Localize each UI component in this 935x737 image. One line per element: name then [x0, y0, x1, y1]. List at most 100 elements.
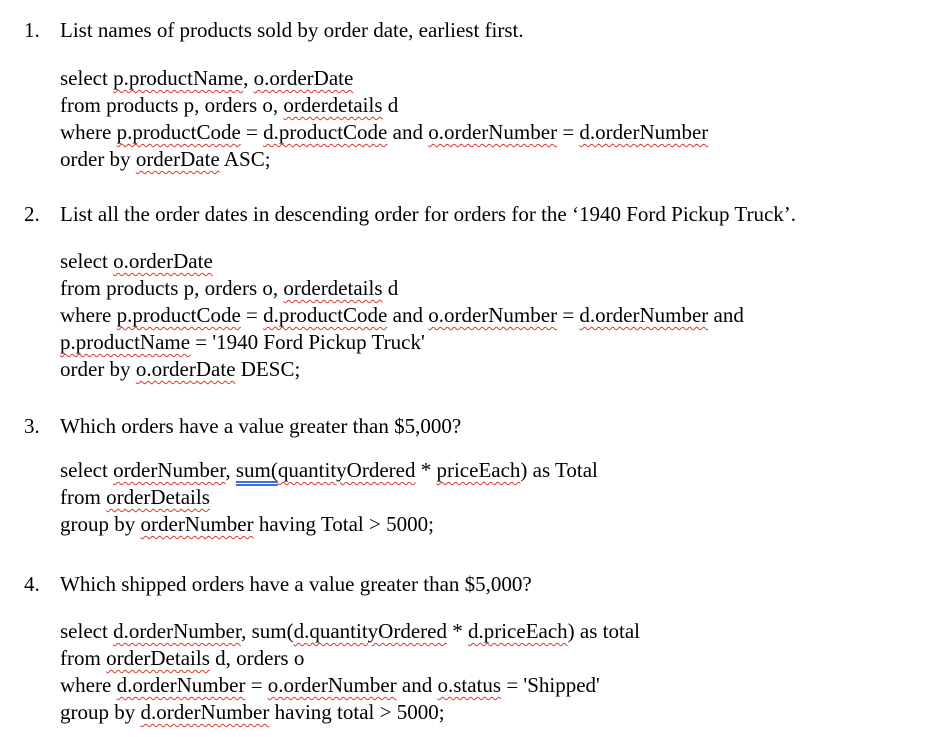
- sql-text: = 'Shipped': [501, 673, 600, 697]
- spellcheck-flagged-word: orderNumber: [113, 458, 226, 482]
- sql-block-1: select p.productName, o.orderDate from p…: [60, 65, 708, 173]
- sql-text: =: [557, 303, 580, 327]
- question-1: 1. List names of products sold by order d…: [24, 17, 524, 44]
- document-page: 1. List names of products sold by order d…: [0, 0, 935, 737]
- sql-text: ASC;: [219, 147, 271, 171]
- sql-line: where p.productCode = d.productCode and …: [60, 119, 708, 146]
- spellcheck-flagged-word: orderDate: [135, 147, 220, 171]
- spellcheck-flagged-word: orderNumber: [140, 512, 254, 536]
- question-number: 4.: [24, 572, 40, 596]
- sql-text: and: [396, 673, 438, 697]
- sql-text: = '1940 Ford Pickup Truck': [190, 330, 425, 354]
- question-2: 2. List all the order dates in descending…: [24, 201, 796, 228]
- sql-text: select: [60, 66, 114, 90]
- spellcheck-flagged-word: d.orderNumber: [579, 120, 709, 144]
- spellcheck-flagged-word: d.quantityOrdered: [293, 619, 447, 643]
- sql-block-2: select o.orderDate from products p, orde…: [60, 248, 744, 383]
- spellcheck-flagged-word: priceEach: [436, 458, 521, 482]
- sql-text: from products p, orders o,: [60, 93, 284, 117]
- sql-block-3: select orderNumber, sum(quantityOrdered …: [60, 457, 598, 538]
- question-number: 2.: [24, 202, 40, 226]
- sql-text: order by: [60, 357, 136, 381]
- spellcheck-flagged-word: p.productCode: [116, 120, 241, 144]
- question-4: 4. Which shipped orders have a value grea…: [24, 571, 532, 598]
- sql-line: from products p, orders o, orderdetails …: [60, 275, 744, 302]
- spellcheck-flagged-word: d.productCode: [263, 303, 388, 327]
- sql-text: order by: [60, 147, 136, 171]
- sql-text: *: [446, 619, 468, 643]
- sql-line: select p.productName, o.orderDate: [60, 65, 708, 92]
- spellcheck-flagged-word: d.productCode: [263, 120, 388, 144]
- sql-text: having total > 5000;: [269, 700, 445, 724]
- spellcheck-flagged-word: p.productName: [113, 66, 244, 90]
- sql-text: where: [60, 120, 117, 144]
- spellcheck-flagged-word: o.orderNumber: [267, 673, 397, 697]
- sql-text: and: [708, 303, 744, 327]
- grammar-flagged-text: sum(: [235, 458, 278, 482]
- spellcheck-flagged-word: o.orderDate: [253, 66, 354, 90]
- sql-text: where: [60, 303, 117, 327]
- sql-text: d: [382, 276, 399, 300]
- sql-text: *: [415, 458, 437, 482]
- sql-line: where p.productCode = d.productCode and …: [60, 302, 744, 329]
- sql-text: select: [60, 249, 114, 273]
- question-text: Which shipped orders have a value greate…: [60, 572, 532, 596]
- sql-line: order by o.orderDate DESC;: [60, 356, 744, 383]
- sql-text: group by: [60, 700, 141, 724]
- question-text: List names of products sold by order dat…: [60, 18, 524, 42]
- spellcheck-flagged-word: d.orderNumber: [116, 673, 246, 697]
- sql-text: DESC;: [235, 357, 301, 381]
- sql-text: and: [387, 120, 429, 144]
- sql-line: group by orderNumber having Total > 5000…: [60, 511, 598, 538]
- spellcheck-flagged-word: quantityOrdered: [277, 458, 416, 482]
- sql-text: having Total > 5000;: [253, 512, 434, 536]
- spellcheck-flagged-word: o.status: [437, 673, 502, 697]
- sql-block-4: select d.orderNumber, sum(d.quantityOrde…: [60, 618, 640, 726]
- sql-line: where d.orderNumber = o.orderNumber and …: [60, 672, 640, 699]
- sql-text: select: [60, 458, 114, 482]
- sql-text: from products p, orders o,: [60, 276, 284, 300]
- question-text: List all the order dates in descending o…: [60, 202, 797, 226]
- sql-text: group by: [60, 512, 141, 536]
- spellcheck-flagged-word: orderDetails: [106, 646, 210, 670]
- spellcheck-flagged-word: o.orderNumber: [428, 303, 558, 327]
- spellcheck-flagged-word: orderdetails: [283, 276, 383, 300]
- question-number: 3.: [24, 414, 40, 438]
- sql-text: =: [245, 673, 268, 697]
- spellcheck-flagged-word: o.orderDate: [135, 357, 236, 381]
- sql-text: =: [240, 120, 264, 144]
- sql-line: from orderDetails d, orders o: [60, 645, 640, 672]
- spellcheck-flagged-word: o.orderDate: [113, 249, 213, 273]
- sql-text: from: [60, 646, 107, 670]
- spellcheck-flagged-word: orderDetails: [106, 485, 210, 509]
- sql-text: and: [387, 303, 429, 327]
- sql-text: select: [60, 619, 114, 643]
- sql-line: order by orderDate ASC;: [60, 146, 708, 173]
- spellcheck-flagged-word: d.orderNumber: [140, 700, 270, 724]
- sql-line: from orderDetails: [60, 484, 598, 511]
- sql-text: , sum(: [241, 619, 294, 643]
- sql-text: =: [557, 120, 580, 144]
- spellcheck-flagged-word: p.productCode: [116, 303, 241, 327]
- sql-text: =: [240, 303, 264, 327]
- spellcheck-flagged-word: d.orderNumber: [579, 303, 709, 327]
- sql-line: group by d.orderNumber having total > 50…: [60, 699, 640, 726]
- sql-text: ,: [243, 66, 254, 90]
- spellcheck-flagged-word: d.priceEach: [467, 619, 568, 643]
- question-number: 1.: [24, 18, 40, 42]
- spellcheck-flagged-word: o.orderNumber: [428, 120, 558, 144]
- question-3: 3. Which orders have a value greater than…: [24, 413, 461, 440]
- spellcheck-flagged-word: d.orderNumber: [113, 619, 242, 643]
- sql-text: d: [382, 93, 399, 117]
- sql-text: ,: [225, 458, 236, 482]
- sql-line: select d.orderNumber, sum(d.quantityOrde…: [60, 618, 640, 645]
- spellcheck-flagged-word: p.productName: [60, 330, 191, 354]
- sql-text: from: [60, 485, 107, 509]
- sql-line: select o.orderDate: [60, 248, 744, 275]
- sql-line: p.productName = '1940 Ford Pickup Truck': [60, 329, 744, 356]
- sql-text: d, orders o: [209, 646, 305, 670]
- sql-text: ) as total: [567, 619, 640, 643]
- question-text: Which orders have a value greater than $…: [60, 414, 462, 438]
- sql-line: select orderNumber, sum(quantityOrdered …: [60, 457, 598, 484]
- sql-text: where: [60, 673, 117, 697]
